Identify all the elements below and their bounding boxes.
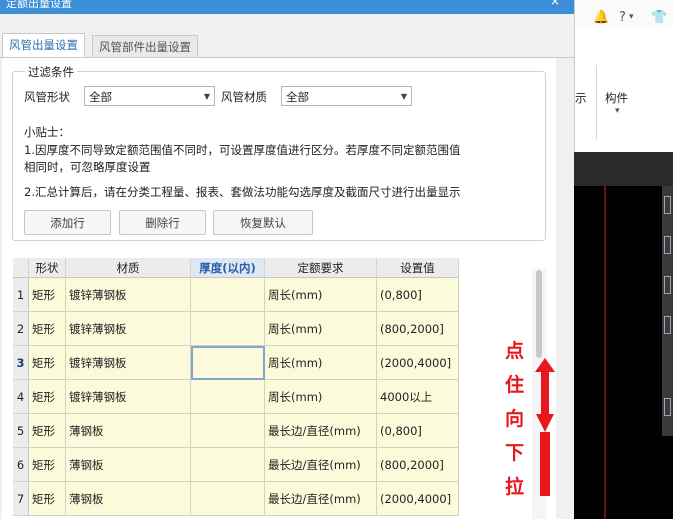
cell-shape[interactable]: 矩形 <box>29 482 66 516</box>
reset-default-button[interactable]: 恢复默认 <box>213 210 313 235</box>
cell-material[interactable]: 薄钢板 <box>66 414 191 448</box>
cell-value[interactable]: (2000,4000] <box>377 346 459 380</box>
arrow-shaft-shape <box>540 432 550 496</box>
tab-duct-output[interactable]: 风管出量设置 <box>2 33 85 58</box>
arrow-head-shape <box>535 358 555 432</box>
cell-shape[interactable]: 矩形 <box>29 278 66 312</box>
add-row-button[interactable]: 添加行 <box>24 210 111 235</box>
cell-value[interactable]: (0,800] <box>377 278 459 312</box>
tool-icon[interactable] <box>664 276 671 294</box>
tool-icon[interactable] <box>664 196 671 214</box>
shape-select-value: 全部 <box>89 90 112 104</box>
annotation-char: 住 <box>505 374 525 396</box>
tool-icon[interactable] <box>664 236 671 254</box>
canvas-side-toolbar <box>662 186 673 436</box>
cell-material[interactable]: 薄钢板 <box>66 482 191 516</box>
cell-thickness[interactable] <box>191 312 265 346</box>
chevron-down-icon: ▼ <box>203 92 210 101</box>
app-dark-strip <box>574 152 673 186</box>
cell-value[interactable]: (0,800] <box>377 414 459 448</box>
cell-value[interactable]: (800,2000] <box>377 448 459 482</box>
dialog-title: 定额出量设置 <box>6 0 72 10</box>
ribbon-partial-label: 示 <box>575 91 587 105</box>
app-ribbon: 示 构件 ▾ <box>574 28 673 153</box>
bell-icon[interactable]: 🔔 <box>593 10 609 25</box>
cell-shape[interactable]: 矩形 <box>29 414 66 448</box>
cell-shape[interactable]: 矩形 <box>29 346 66 380</box>
annotation-char: 向 <box>505 408 525 430</box>
column-header-shape[interactable]: 形状 <box>29 258 66 278</box>
down-arrow-annotation <box>535 358 555 496</box>
chevron-down-icon: ▼ <box>400 92 407 101</box>
cell-shape[interactable]: 矩形 <box>29 448 66 482</box>
annotation-char: 点 <box>505 340 525 362</box>
row-number[interactable]: 4 <box>13 380 29 414</box>
cell-shape[interactable]: 矩形 <box>29 312 66 346</box>
annotation-char: 拉 <box>505 476 525 498</box>
column-header-thickness[interactable]: 厚度(以内) <box>191 258 265 278</box>
ribbon-divider <box>596 65 597 140</box>
help-icon[interactable]: ? <box>619 10 626 25</box>
cell-material[interactable]: 镀锌薄钢板 <box>66 278 191 312</box>
cell-material[interactable]: 镀锌薄钢板 <box>66 380 191 414</box>
delete-row-button[interactable]: 删除行 <box>119 210 206 235</box>
dialog-titlebar: 定额出量设置 × <box>0 0 574 14</box>
cell-material[interactable]: 镀锌薄钢板 <box>66 312 191 346</box>
shape-label: 风管形状 <box>24 90 70 104</box>
tips-line-3: 2.汇总计算后，请在分类工程量、报表、套做法功能勾选厚度及截面尺寸进行出量显示 <box>24 185 461 199</box>
column-header-requirement[interactable]: 定额要求 <box>265 258 377 278</box>
cell-value[interactable]: (800,2000] <box>377 312 459 346</box>
material-select[interactable]: 全部 ▼ <box>281 86 412 106</box>
tool-icon[interactable] <box>664 316 671 334</box>
cell-thickness[interactable] <box>191 414 265 448</box>
filter-legend: 过滤条件 <box>25 64 77 80</box>
cell-requirement[interactable]: 周长(mm) <box>265 346 377 380</box>
drawing-canvas[interactable] <box>574 186 673 519</box>
chevron-down-icon[interactable]: ▾ <box>629 12 634 22</box>
cell-requirement[interactable]: 周长(mm) <box>265 278 377 312</box>
cell-requirement[interactable]: 周长(mm) <box>265 312 377 346</box>
cell-thickness[interactable] <box>191 278 265 312</box>
canvas-axis-line <box>604 186 606 519</box>
cell-requirement[interactable]: 周长(mm) <box>265 380 377 414</box>
tips-line-2: 相同时，可忽略厚度设置 <box>24 160 151 174</box>
cell-thickness[interactable] <box>191 482 265 516</box>
shape-select[interactable]: 全部 ▼ <box>84 86 215 106</box>
cell-requirement[interactable]: 最长边/直径(mm) <box>265 482 377 516</box>
tips-line-1: 1.因厚度不同导致定额范围值不同时，可设置厚度值进行区分。若厚度不同定额范围值 <box>24 143 461 157</box>
cell-requirement[interactable]: 最长边/直径(mm) <box>265 448 377 482</box>
settings-table: 形状 材质 厚度(以内) 定额要求 设置值 1 矩形 镀锌薄钢板 周长(mm) (0,8… <box>13 258 459 519</box>
row-number[interactable]: 7 <box>13 482 29 516</box>
cell-material[interactable]: 薄钢板 <box>66 448 191 482</box>
material-label: 风管材质 <box>221 90 267 104</box>
cell-material[interactable]: 镀锌薄钢板 <box>66 346 191 380</box>
column-header-value[interactable]: 设置值 <box>377 258 459 278</box>
row-number[interactable]: 3 <box>13 346 29 380</box>
scrollbar-thumb[interactable] <box>536 270 542 358</box>
row-number[interactable]: 2 <box>13 312 29 346</box>
filter-group: 过滤条件 风管形状 全部 ▼ 风管材质 全部 ▼ 小贴士： 1.因厚度不同导致定… <box>12 64 546 241</box>
chevron-down-icon[interactable]: ▾ <box>615 106 620 116</box>
ribbon-component-button[interactable]: 构件 <box>605 90 628 106</box>
tool-icon[interactable] <box>664 398 671 416</box>
tab-duct-part-output[interactable]: 风管部件出量设置 <box>92 35 198 58</box>
column-header-material[interactable]: 材质 <box>66 258 191 278</box>
cell-shape[interactable]: 矩形 <box>29 380 66 414</box>
annotation-char: 下 <box>505 442 525 464</box>
cell-value[interactable]: 4000以上 <box>377 380 459 414</box>
row-number[interactable]: 1 <box>13 278 29 312</box>
cell-thickness[interactable] <box>191 380 265 414</box>
cell-requirement[interactable]: 最长边/直径(mm) <box>265 414 377 448</box>
shirt-icon[interactable]: 👕 <box>651 10 667 25</box>
row-number[interactable]: 5 <box>13 414 29 448</box>
tips-heading: 小贴士： <box>24 125 70 139</box>
row-number[interactable]: 6 <box>13 448 29 482</box>
table-corner <box>13 258 29 278</box>
material-select-value: 全部 <box>286 90 309 104</box>
close-icon[interactable]: × <box>550 0 560 8</box>
cell-thickness[interactable] <box>191 346 265 380</box>
app-top-bar: 🔔 ? ▾ 👕 <box>574 0 673 28</box>
cell-thickness[interactable] <box>191 448 265 482</box>
cell-value[interactable]: (2000,4000] <box>377 482 459 516</box>
